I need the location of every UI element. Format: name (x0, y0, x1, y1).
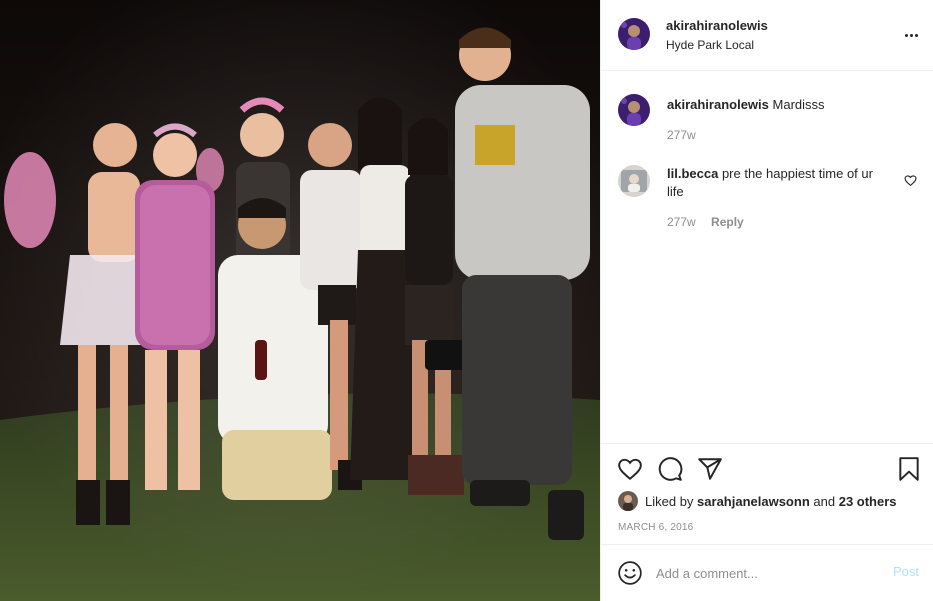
comment-item: lil.becca pre the happiest time of ur li… (618, 165, 918, 235)
caption-comment: akirahiranolewis Mardisss 277w (618, 94, 918, 144)
bookmark-icon[interactable] (896, 456, 922, 482)
comment-age[interactable]: 277w (667, 215, 696, 229)
likes-others-link[interactable]: 23 others (839, 494, 897, 509)
comments-list: akirahiranolewis Mardisss 277w lil.becca… (601, 72, 933, 443)
post-comment-button[interactable]: Post (893, 564, 919, 579)
post-photo[interactable] (0, 0, 600, 601)
post-actions: Liked by sarahjanelawsonn and 23 others … (601, 443, 933, 544)
post-side-panel: akirahiranolewis Hyde Park Local akirahi… (600, 0, 933, 601)
post-image (0, 0, 600, 601)
caption-username[interactable]: akirahiranolewis (667, 97, 769, 112)
add-comment-bar: Post (601, 544, 933, 601)
caption-author-avatar[interactable] (618, 94, 650, 126)
reply-button[interactable]: Reply (711, 215, 744, 229)
likes-joiner: and (813, 493, 836, 509)
heart-icon[interactable] (617, 456, 643, 482)
liker-username[interactable]: sarahjanelawsonn (697, 494, 810, 509)
caption-text: Mardisss (772, 97, 825, 112)
post-location[interactable]: Hyde Park Local (666, 38, 754, 52)
comment-input[interactable] (656, 561, 876, 585)
author-avatar[interactable] (618, 18, 650, 50)
emoji-icon[interactable] (617, 560, 643, 586)
caption-meta: 277w (667, 128, 696, 142)
caption-text-block: akirahiranolewis Mardisss (667, 96, 882, 114)
caption-age[interactable]: 277w (667, 128, 696, 142)
comment-like-heart-icon[interactable] (904, 174, 917, 187)
commenter-avatar[interactable] (618, 165, 650, 197)
comment-text-block: lil.becca pre the happiest time of ur li… (667, 165, 882, 201)
liker-avatar[interactable] (618, 491, 638, 511)
more-icon[interactable] (902, 25, 920, 45)
commenter-username[interactable]: lil.becca (667, 166, 718, 181)
post-header: akirahiranolewis Hyde Park Local (601, 0, 933, 71)
likes-prefix: Liked by (645, 493, 694, 509)
comment-icon[interactable] (657, 456, 683, 482)
author-username[interactable]: akirahiranolewis (666, 18, 768, 33)
comment-meta: 277w Reply (667, 215, 744, 229)
share-icon[interactable] (697, 456, 723, 482)
likes-summary: Liked by sarahjanelawsonn and 23 others (618, 490, 897, 512)
post-date[interactable]: MARCH 6, 2016 (618, 522, 693, 533)
